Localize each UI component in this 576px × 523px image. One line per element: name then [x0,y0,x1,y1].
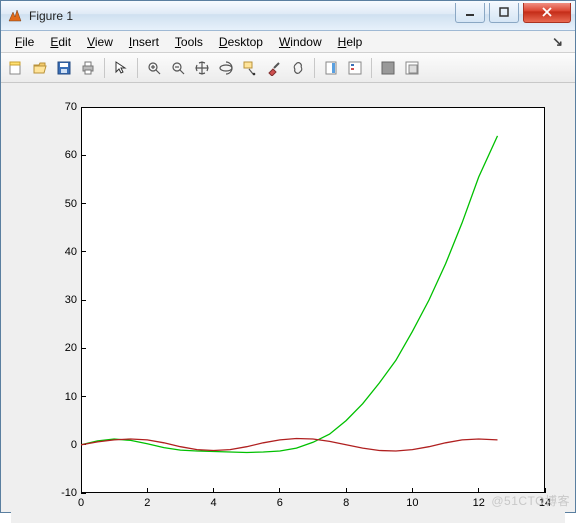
matlab-icon [7,8,23,24]
menu-view[interactable]: View [79,33,121,51]
data-cursor-icon[interactable] [239,57,261,79]
menu-desktop[interactable]: Desktop [211,33,271,51]
link-icon[interactable] [287,57,309,79]
figure-window: Figure 1 FileEditViewInsertToolsDesktopW… [0,0,576,513]
zoom-out-icon[interactable] [167,57,189,79]
series-series-1-green [81,136,498,453]
pointer-icon[interactable] [110,57,132,79]
window-controls [455,3,575,23]
save-icon[interactable] [53,57,75,79]
menu-help[interactable]: Help [330,33,371,51]
menu-tools[interactable]: Tools [167,33,211,51]
hide-plot-icon[interactable] [377,57,399,79]
window-title: Figure 1 [29,9,455,23]
plot-lines [11,93,565,523]
menubar: FileEditViewInsertToolsDesktopWindowHelp… [1,31,575,53]
colorbar-icon[interactable] [320,57,342,79]
axes: -1001020304050607002468101214 [11,93,565,523]
titlebar[interactable]: Figure 1 [1,1,575,31]
watermark-text: @51CTO博客 [491,492,570,509]
rotate3d-icon[interactable] [215,57,237,79]
zoom-in-icon[interactable] [143,57,165,79]
menu-window[interactable]: Window [271,33,330,51]
figure-canvas[interactable]: -1001020304050607002468101214 [1,83,575,512]
legend-icon[interactable] [344,57,366,79]
dock-figure-icon[interactable]: ↘ [546,34,569,50]
pan-icon[interactable] [191,57,213,79]
maximize-button[interactable] [489,3,519,23]
print-icon[interactable] [77,57,99,79]
menu-file[interactable]: File [7,33,42,51]
minimize-button[interactable] [455,3,485,23]
toolbar [1,53,575,83]
menu-edit[interactable]: Edit [42,33,79,51]
close-button[interactable] [523,3,571,23]
menu-insert[interactable]: Insert [121,33,167,51]
show-plot-icon[interactable] [401,57,423,79]
new-figure-icon[interactable] [5,57,27,79]
brush-icon[interactable] [263,57,285,79]
open-icon[interactable] [29,57,51,79]
